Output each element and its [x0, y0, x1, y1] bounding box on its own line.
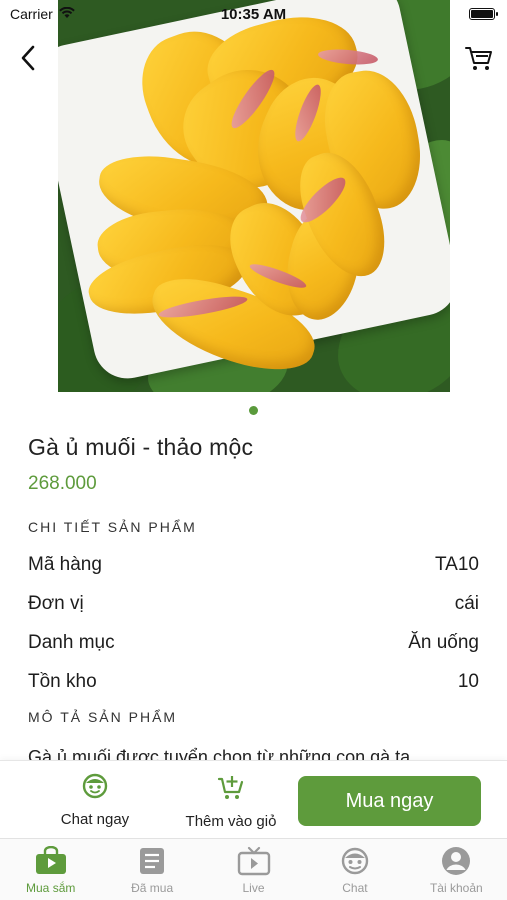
detail-value: TA10	[434, 553, 479, 575]
status-time: 10:35 AM	[220, 6, 287, 23]
detail-row-stock: Tồn kho 10	[28, 662, 479, 701]
description-section-title: MÔ TẢ SẢN PHẨM	[28, 709, 178, 725]
details-list: Mã hàng TA10 Đơn vị cái Danh mục Ăn uống…	[28, 545, 479, 701]
add-to-cart-label: Thêm vào giỏ	[185, 813, 277, 830]
detail-value: 10	[457, 670, 479, 692]
chat-now-label: Chat ngay	[60, 811, 130, 828]
cart-button[interactable]	[459, 40, 499, 80]
chat-now-button[interactable]: Chat ngay	[50, 773, 140, 828]
detail-value: cái	[454, 592, 479, 614]
back-button[interactable]	[8, 40, 48, 80]
buy-now-button[interactable]: Mua ngay	[298, 776, 481, 826]
tab-label: Chat	[342, 881, 368, 895]
details-section-title: CHI TIẾT SẢN PHẨM	[28, 519, 197, 535]
detail-row-category: Danh mục Ăn uống	[28, 623, 479, 662]
detail-row-unit: Đơn vị cái	[28, 584, 479, 623]
cart-icon	[464, 44, 494, 77]
pager-dot-active[interactable]	[249, 406, 258, 415]
product-name: Gà ủ muối - thảo mộc	[28, 434, 254, 460]
chat-face-icon	[81, 773, 109, 803]
detail-value: Ăn uống	[408, 631, 479, 653]
tab-label: Tài khoản	[429, 881, 483, 895]
document-icon	[138, 844, 166, 878]
tab-purchased[interactable]: Đã mua	[101, 839, 202, 900]
product-price: 268.000	[28, 473, 97, 494]
product-image-gallery[interactable]	[0, 0, 507, 392]
status-bar: Carrier 10:35 AM	[0, 0, 507, 28]
account-icon	[440, 844, 472, 878]
detail-label: Tồn kho	[28, 670, 97, 692]
tab-label: Live	[242, 881, 265, 895]
action-bar: Chat ngay Thêm vào giỏ Mua ngay	[0, 760, 507, 838]
detail-label: Đơn vị	[28, 592, 84, 614]
chevron-left-icon	[19, 44, 37, 77]
battery-icon	[469, 8, 498, 20]
tab-account[interactable]: Tài khoản	[406, 839, 507, 900]
detail-label: Danh mục	[28, 631, 115, 653]
tv-icon	[237, 844, 271, 878]
chat-face-icon	[339, 844, 371, 878]
bottom-tab-bar: Mua sắm Đã mua Live Chat Tài khoản	[0, 838, 507, 900]
tab-chat[interactable]: Chat	[304, 839, 405, 900]
tab-label: Đã mua	[131, 881, 174, 895]
tab-live[interactable]: Live	[203, 839, 304, 900]
tab-label: Mua sắm	[26, 881, 76, 895]
product-photo[interactable]	[58, 0, 450, 392]
tab-shopping[interactable]: Mua sắm	[0, 839, 101, 900]
detail-row-sku: Mã hàng TA10	[28, 545, 479, 584]
detail-label: Mã hàng	[28, 553, 102, 575]
add-to-cart-button[interactable]: Thêm vào giỏ	[178, 773, 284, 830]
product-info: Gà ủ muối - thảo mộc 268.000 CHI TIẾT SẢ…	[0, 428, 507, 768]
cart-plus-icon	[217, 773, 245, 805]
shopping-icon	[34, 844, 68, 878]
image-pager	[0, 406, 507, 415]
